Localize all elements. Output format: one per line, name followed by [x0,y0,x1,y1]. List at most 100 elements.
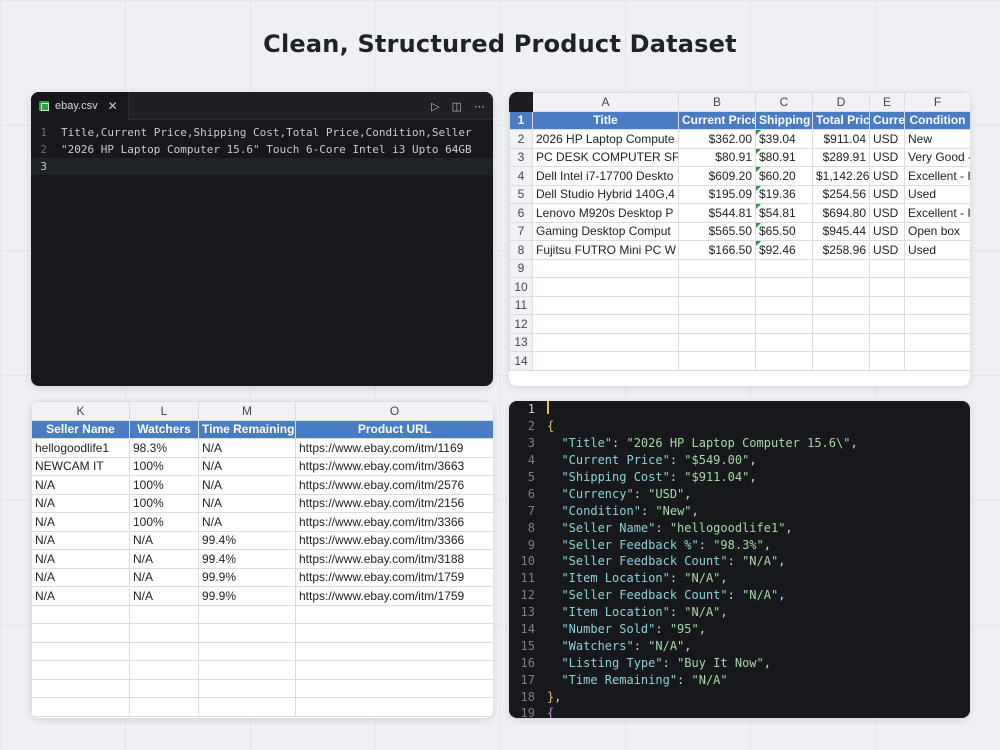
column-header-c[interactable]: C [755,92,813,112]
table-cell[interactable]: $19.36 [755,184,813,204]
table-cell[interactable]: N/A [129,586,199,606]
table-cell[interactable]: 2026 HP Laptop Compute [532,129,679,149]
table-cell[interactable]: N/A [31,586,130,606]
table-cell[interactable] [904,258,970,278]
row-number[interactable]: 13 [509,332,533,352]
table-cell[interactable] [198,697,296,717]
table-cell[interactable]: USD [869,203,905,223]
table-cell[interactable] [198,604,296,624]
table-cell[interactable] [904,314,970,334]
table-cell[interactable] [755,258,813,278]
row-number[interactable]: 2 [509,129,533,149]
column-header-k[interactable]: K [31,401,130,421]
table-cell[interactable] [532,295,679,315]
table-cell[interactable] [678,332,756,352]
table-cell[interactable]: $945.44 [812,221,870,241]
table-cell[interactable]: $254.56 [812,184,870,204]
tab-ebay-csv[interactable]: ebay.csv ✕ [31,92,129,120]
table-cell[interactable]: hellogoodlife1 [31,438,130,458]
table-cell[interactable]: https://www.ebay.com/itm/3366 [295,512,493,532]
code-line[interactable]: 3 [31,158,493,175]
table-cell[interactable] [31,604,130,624]
table-cell[interactable] [129,604,199,624]
table-cell[interactable]: 100% [129,512,199,532]
table-cell[interactable]: Dell Studio Hybrid 140G,4 [532,184,679,204]
table-cell[interactable]: USD [869,240,905,260]
table-cell[interactable]: Fujitsu FUTRO Mini PC W [532,240,679,260]
json-code-area[interactable]: 1 2{3 "Title": "2026 HP Laptop Computer 1… [509,401,970,718]
table-cell[interactable]: 100% [129,456,199,476]
table-cell[interactable] [755,277,813,297]
table-cell[interactable] [812,277,870,297]
code-line[interactable]: 2 "2026 HP Laptop Computer 15.6" Touch 6… [31,141,493,158]
table-cell[interactable]: Open box [904,221,970,241]
table-cell[interactable] [904,351,970,371]
row-number[interactable]: 8 [509,240,533,260]
table-cell[interactable] [295,641,493,661]
column-header-b[interactable]: B [678,92,756,112]
table-cell[interactable]: N/A [31,530,130,550]
table-cell[interactable]: USD [869,166,905,186]
column-title[interactable]: Seller Name [31,419,130,439]
column-title[interactable]: Title [532,110,679,130]
table-cell[interactable] [869,258,905,278]
table-cell[interactable]: USD [869,221,905,241]
table-cell[interactable]: https://www.ebay.com/itm/1169 [295,438,493,458]
table-cell[interactable] [904,332,970,352]
table-cell[interactable] [678,314,756,334]
table-cell[interactable] [198,660,296,680]
table-cell[interactable] [755,351,813,371]
table-cell[interactable]: Used [904,240,970,260]
table-cell[interactable]: 99.4% [198,530,296,550]
table-cell[interactable] [198,678,296,698]
table-cell[interactable] [678,277,756,297]
row-number[interactable]: 6 [509,203,533,223]
table-cell[interactable]: $39.04 [755,129,813,149]
column-title[interactable]: Condition [904,110,970,130]
table-cell[interactable]: N/A [31,475,130,495]
column-header-f[interactable]: F [904,92,970,112]
table-cell[interactable] [31,697,130,717]
table-cell[interactable]: N/A [31,512,130,532]
table-cell[interactable]: $609.20 [678,166,756,186]
table-cell[interactable]: NEWCAM IT [31,456,130,476]
table-cell[interactable]: https://www.ebay.com/itm/1759 [295,567,493,587]
code-line[interactable]: 15 "Watchers": "N/A", [509,637,970,654]
table-cell[interactable]: Used [904,184,970,204]
table-cell[interactable]: Very Good - [904,147,970,167]
table-cell[interactable] [812,314,870,334]
table-cell[interactable]: https://www.ebay.com/itm/3366 [295,530,493,550]
table-cell[interactable]: $65.50 [755,221,813,241]
table-cell[interactable]: USD [869,129,905,149]
table-cell[interactable]: PC DESK COMPUTER SFF F [532,147,679,167]
table-cell[interactable]: $80.91 [678,147,756,167]
table-cell[interactable]: https://www.ebay.com/itm/3188 [295,549,493,569]
table-cell[interactable] [31,641,130,661]
row-number[interactable]: 9 [509,258,533,278]
table-cell[interactable]: N/A [31,493,130,513]
table-cell[interactable]: N/A [129,530,199,550]
table-cell[interactable]: New [904,129,970,149]
table-cell[interactable]: $92.46 [755,240,813,260]
table-cell[interactable] [812,295,870,315]
table-cell[interactable]: Lenovo M920s Desktop P [532,203,679,223]
table-cell[interactable] [755,332,813,352]
row-number[interactable]: 11 [509,295,533,315]
column-title[interactable]: Watchers [129,419,199,439]
table-cell[interactable]: 100% [129,493,199,513]
column-title[interactable]: Time Remaining [198,419,296,439]
table-cell[interactable]: https://www.ebay.com/itm/1759 [295,586,493,606]
table-cell[interactable]: $694.80 [812,203,870,223]
table-cell[interactable]: https://www.ebay.com/itm/2576 [295,475,493,495]
code-line[interactable]: 5 "Shipping Cost": "$911.04", [509,469,970,486]
row-number[interactable]: 1 [509,110,533,130]
table-cell[interactable] [295,697,493,717]
column-title[interactable]: Shipping [755,110,813,130]
table-cell[interactable]: https://www.ebay.com/itm/3663 [295,456,493,476]
code-line[interactable]: 13 "Item Location": "N/A", [509,604,970,621]
split-editor-icon[interactable]: ◫ [452,100,462,113]
table-cell[interactable] [812,258,870,278]
table-cell[interactable]: N/A [129,549,199,569]
code-line[interactable]: 8 "Seller Name": "hellogoodlife1", [509,519,970,536]
table-cell[interactable] [129,660,199,680]
